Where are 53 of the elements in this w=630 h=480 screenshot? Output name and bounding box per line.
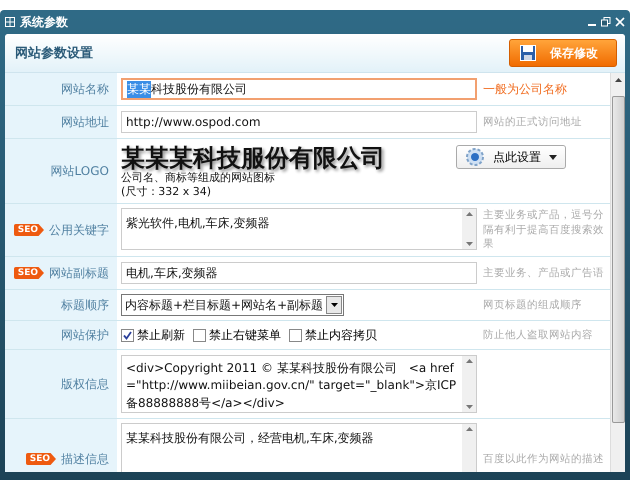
field-label: 公用关键字 — [49, 222, 109, 238]
checkbox-label: 禁止内容拷贝 — [305, 326, 377, 344]
seo-tag: SEO — [26, 453, 56, 465]
field-hint: 主要业务、产品或广告语 — [483, 266, 604, 280]
text-field[interactable]: 电机,车床,变频器 — [121, 262, 477, 284]
title-order-dropdown[interactable]: 内容标题+栏目标题+网站名+副标题 — [121, 294, 344, 316]
textarea-field[interactable]: 紫光软件,电机,车床,变频器 — [121, 208, 477, 250]
textarea-field[interactable]: <div>Copyright 2011 © 某某科技股份有限公司 <a href="http://www.miibeian.gov.cn/" target="_blank">京ICP备88888888号</a></div> — [121, 355, 477, 413]
scrollbar[interactable] — [610, 73, 625, 472]
checkbox[interactable] — [193, 328, 206, 342]
field-label: 网站保护 — [61, 326, 109, 344]
dropdown-arrow-icon — [330, 303, 338, 307]
field-hint: 百度以此作为网站的描述 — [483, 452, 604, 466]
text-field[interactable]: http://www.ospod.com — [121, 111, 477, 133]
field-label: 标题顺序 — [61, 296, 109, 314]
close-icon[interactable] — [615, 17, 625, 27]
field-hint: 网站的正式访问地址 — [483, 114, 582, 130]
settings-dropdown-button[interactable]: 点此设置 — [456, 145, 566, 169]
field-hint: 主要业务或产品，逗号分隔有利于提高百度搜索效果 — [483, 208, 605, 252]
field-hint: 网页标题的组成顺序 — [483, 298, 582, 312]
scroll-down-icon[interactable] — [466, 405, 472, 409]
seo-tag: SEO — [14, 224, 44, 236]
field-label: 网站LOGO — [50, 162, 109, 180]
panel-title: 网站参数设置 — [15, 45, 93, 62]
restore-icon[interactable] — [601, 17, 611, 27]
checkbox[interactable] — [289, 328, 302, 342]
window-title: 系统参数 — [20, 14, 69, 30]
textarea-scrollbar[interactable] — [462, 209, 476, 249]
textarea-scrollbar[interactable] — [462, 356, 476, 412]
logo-text: 某某某科技服份有限公司 — [121, 145, 385, 172]
window-icon — [5, 17, 15, 27]
logo-caption: 公司名、商标等组成的网站图标 — [121, 171, 276, 185]
checkbox[interactable] — [121, 328, 134, 342]
textarea-scrollbar[interactable] — [462, 424, 476, 472]
scroll-up-icon[interactable] — [466, 359, 472, 363]
scroll-up-icon[interactable] — [614, 78, 622, 82]
scroll-up-icon[interactable] — [466, 212, 472, 216]
text-field[interactable]: 某某科技股份有限公司 — [121, 78, 477, 100]
scroll-up-icon[interactable] — [466, 427, 472, 431]
field-hint: 一般为公司名称 — [483, 80, 567, 98]
textarea-field[interactable]: 某某科技股份有限公司，经营电机,车床,变频器 — [121, 423, 477, 472]
checkbox-label: 禁止右键菜单 — [209, 326, 281, 344]
field-label: 描述信息 — [61, 450, 109, 468]
logo-size-note: (尺寸：332 x 34) — [121, 184, 212, 198]
seo-tag: SEO — [14, 267, 44, 279]
caret-icon — [549, 154, 557, 160]
field-hint: 防止他人盗取网站内容 — [483, 328, 593, 342]
field-label: 网站副标题 — [49, 264, 109, 282]
checkbox-label: 禁止刷新 — [137, 326, 185, 344]
field-label: 版权信息 — [61, 376, 109, 392]
field-label: 网站地址 — [61, 114, 109, 130]
field-label: 网站名称 — [61, 80, 109, 98]
scroll-down-icon[interactable] — [466, 242, 472, 246]
